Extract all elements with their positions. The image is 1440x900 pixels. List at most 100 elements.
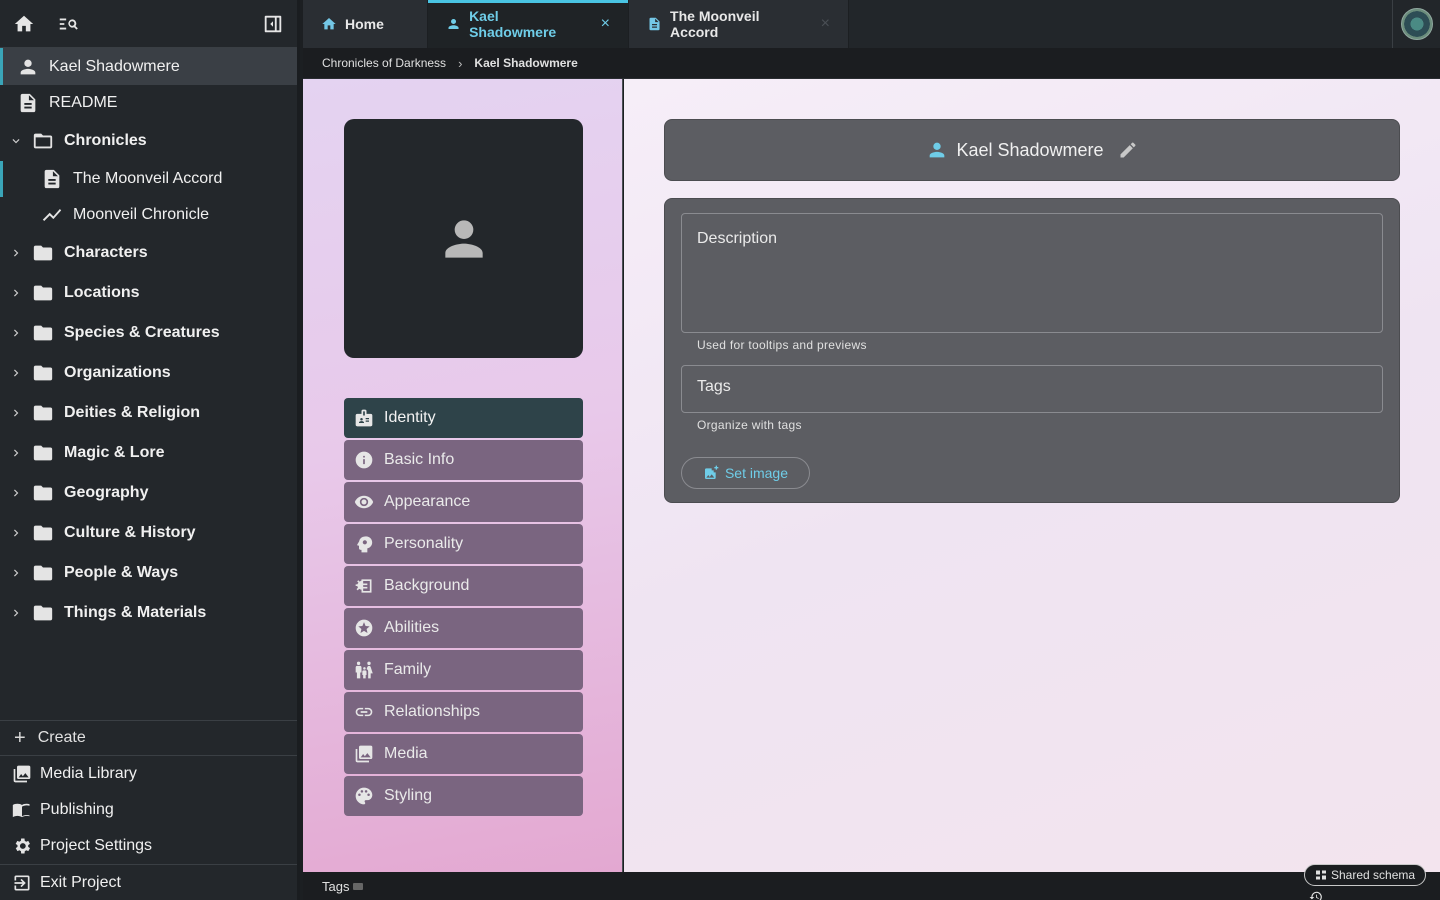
nav-background[interactable]: Background	[344, 566, 583, 606]
close-icon[interactable]: ×	[821, 15, 830, 33]
breadcrumb-parent[interactable]: Chronicles of Darkness	[322, 56, 446, 70]
description-field[interactable]: Description	[681, 213, 1383, 333]
photo-library-icon	[13, 765, 31, 783]
media-library-button[interactable]: Media Library	[0, 756, 297, 792]
folder-icon	[32, 402, 54, 424]
nav-media[interactable]: Media	[344, 734, 583, 774]
palette-icon	[355, 787, 373, 805]
person-icon	[444, 219, 483, 258]
tree-item-label: Locations	[64, 284, 140, 301]
nav-label: Appearance	[384, 493, 471, 510]
create-label: Create	[37, 729, 86, 746]
tree-folder-geography[interactable]: Geography	[0, 473, 297, 513]
create-button[interactable]: + Create	[0, 720, 297, 756]
folder-icon	[32, 522, 54, 544]
tree-item-label: Deities & Religion	[64, 404, 201, 421]
edit-pencil-icon[interactable]	[1118, 140, 1138, 160]
chevron-right-icon[interactable]	[9, 526, 23, 540]
project-settings-button[interactable]: Project Settings	[0, 828, 297, 864]
chevron-right-icon[interactable]	[9, 406, 23, 420]
tags-field[interactable]: Tags	[681, 365, 1383, 413]
id-badge-icon	[355, 409, 373, 427]
schema-icon	[1316, 870, 1326, 880]
tab-label: Kael Shadowmere	[469, 8, 557, 40]
star-icon	[355, 619, 373, 637]
nav-basic-info[interactable]: Basic Info	[344, 440, 583, 480]
tree-item-label: Things & Materials	[64, 604, 207, 621]
nav-styling[interactable]: Styling	[344, 776, 583, 816]
status-tags-label[interactable]: Tags	[322, 879, 349, 894]
chevron-down-icon[interactable]	[9, 134, 23, 148]
nav-relationships[interactable]: Relationships	[344, 692, 583, 732]
info-icon	[355, 451, 373, 469]
chevron-right-icon[interactable]	[9, 486, 23, 500]
shared-schema-label: Shared schema	[1331, 868, 1416, 882]
plus-icon: +	[14, 726, 26, 749]
tags-hint: Organize with tags	[697, 418, 802, 432]
collapse-sidebar-icon[interactable]	[261, 12, 285, 36]
exit-project-button[interactable]: Exit Project	[0, 864, 297, 900]
head-icon	[357, 536, 373, 553]
home-icon[interactable]	[12, 12, 36, 36]
tree-folder-magic-lore[interactable]: Magic & Lore	[0, 433, 297, 473]
tree-item-kael-shadowmere[interactable]: Kael Shadowmere	[0, 48, 297, 85]
photo-library-icon	[355, 745, 373, 763]
nav-personality[interactable]: Personality	[344, 524, 583, 564]
gear-icon	[15, 838, 31, 854]
tree-item-readme[interactable]: README	[0, 85, 297, 121]
chevron-right-icon[interactable]	[9, 326, 23, 340]
nav-appearance[interactable]: Appearance	[344, 482, 583, 522]
tree-item-moonveil-accord[interactable]: The Moonveil Accord	[0, 161, 297, 197]
search-list-icon[interactable]	[56, 12, 80, 36]
tab-home[interactable]: Home	[303, 0, 428, 48]
tree-folder-characters[interactable]: Characters	[0, 233, 297, 273]
tree-folder-locations[interactable]: Locations	[0, 273, 297, 313]
tree-item-label: Kael Shadowmere	[49, 57, 180, 75]
folder-open-icon	[32, 130, 54, 152]
portrait-placeholder[interactable]	[344, 119, 583, 358]
publishing-button[interactable]: Publishing	[0, 792, 297, 828]
folder-icon	[32, 442, 54, 464]
nav-family[interactable]: Family	[344, 650, 583, 690]
tree-folder-chronicles[interactable]: Chronicles	[0, 121, 297, 161]
history-icon[interactable]	[1309, 890, 1323, 900]
document-icon	[41, 168, 63, 190]
tab-moonveil-accord[interactable]: The Moonveil Accord ×	[629, 0, 849, 48]
tree-folder-species-creatures[interactable]: Species & Creatures	[0, 313, 297, 353]
entity-title: Kael Shadowmere	[956, 139, 1104, 160]
person-icon	[926, 139, 948, 161]
tree-item-label: Culture & History	[64, 524, 196, 541]
set-image-label: Set image	[724, 465, 789, 481]
folder-icon	[32, 562, 54, 584]
nav-abilities[interactable]: Abilities	[344, 608, 583, 648]
nav-identity[interactable]: Identity	[344, 398, 583, 438]
exit-icon	[14, 875, 30, 890]
tree-folder-deities-religion[interactable]: Deities & Religion	[0, 393, 297, 433]
close-icon[interactable]: ×	[601, 15, 610, 33]
tree-item-moonveil-chronicle[interactable]: Moonveil Chronicle	[0, 197, 297, 233]
tab-kael-shadowmere[interactable]: Kael Shadowmere ×	[428, 0, 629, 48]
nav-label: Personality	[384, 535, 464, 552]
tree-folder-culture-history[interactable]: Culture & History	[0, 513, 297, 553]
tree-folder-things-materials[interactable]: Things & Materials	[0, 593, 297, 633]
timeline-icon	[41, 204, 63, 226]
set-image-button[interactable]: Set image	[681, 457, 810, 489]
description-hint: Used for tooltips and previews	[697, 338, 867, 352]
tab-bar: Home Kael Shadowmere × The Moonveil Acco…	[303, 0, 1440, 48]
tree-folder-people-ways[interactable]: People & Ways	[0, 553, 297, 593]
chevron-right-icon[interactable]	[9, 246, 23, 260]
chevron-right-icon[interactable]	[9, 366, 23, 380]
nav-label: Background	[384, 577, 470, 594]
chevron-right-icon[interactable]	[9, 606, 23, 620]
add-photo-icon	[704, 465, 719, 479]
tree-folder-organizations[interactable]: Organizations	[0, 353, 297, 393]
avatar-button[interactable]	[1392, 0, 1440, 48]
entity-title-card: Kael Shadowmere	[664, 119, 1400, 181]
description-label: Description	[697, 230, 778, 247]
chevron-right-icon[interactable]	[9, 286, 23, 300]
chevron-right-icon[interactable]	[9, 446, 23, 460]
tree-item-label: Magic & Lore	[64, 444, 165, 461]
person-icon	[17, 56, 39, 78]
chevron-right-icon[interactable]	[9, 566, 23, 580]
shared-schema-badge[interactable]: Shared schema	[1304, 864, 1427, 886]
